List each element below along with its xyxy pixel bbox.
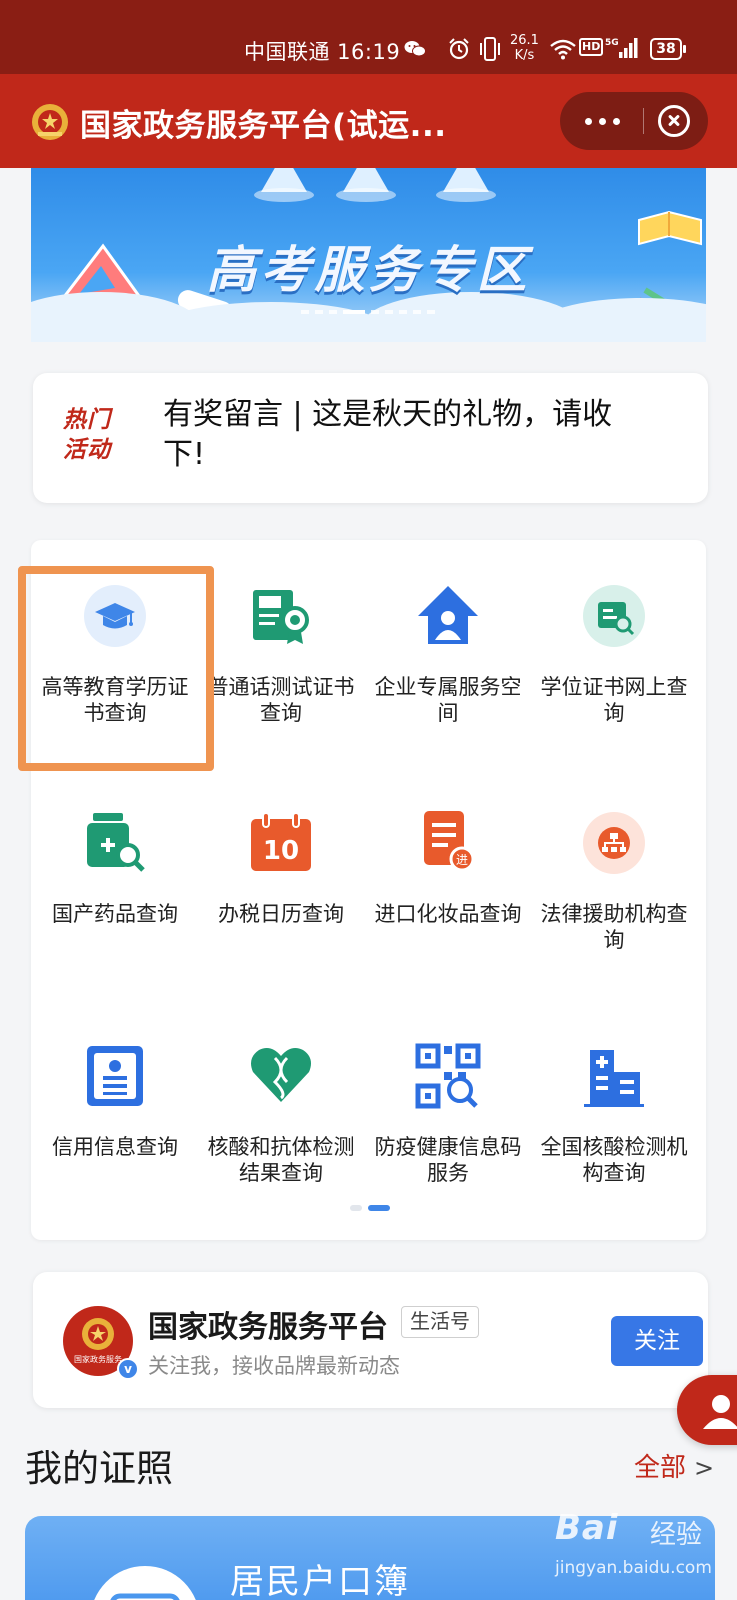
hot-activity-text[interactable]: 有奖留言 | 这是秋天的礼物，请收下! <box>163 395 633 475</box>
status-bar: 中国联通 16:19 26.1 K/s HD 5G 38 <box>0 0 737 74</box>
service-degree-cert[interactable]: 学位证书网上查询 <box>530 540 698 740</box>
service-domestic-drug[interactable]: 国产药品查询 <box>31 767 199 967</box>
battery-icon: 38 <box>650 38 686 60</box>
service-testing-institutions[interactable]: 全国核酸检测机构查询 <box>530 1000 698 1200</box>
graduation-cap-icon <box>84 585 146 647</box>
dna-heart-icon <box>251 1048 311 1102</box>
view-all-label: 全部 <box>634 1453 687 1483</box>
service-label: 全国核酸检测机构查询 <box>540 1135 688 1185</box>
account-type-badge: 生活号 <box>401 1306 479 1338</box>
service-label: 高等教育学历证书查询 <box>41 675 189 725</box>
battery-level: 38 <box>650 38 682 60</box>
network-speed-value: 26.1 <box>510 33 539 48</box>
svg-text:进: 进 <box>456 853 468 867</box>
hd-badge: HD <box>579 38 604 56</box>
hot-activity-card[interactable]: 热门 活动 有奖留言 | 这是秋天的礼物，请收下! <box>33 373 708 503</box>
hot-tag-line2: 活动 <box>63 437 111 463</box>
customer-service-button[interactable] <box>677 1375 737 1445</box>
medicine-search-icon <box>87 813 145 872</box>
services-pager <box>350 1205 390 1211</box>
carrier-time: 中国联通 16:19 <box>244 40 401 64</box>
service-putonghua-cert[interactable]: 普通话测试证书查询 <box>197 540 365 740</box>
watermark-brand: Bai <box>555 1508 619 1548</box>
service-label: 信用信息查询 <box>52 1135 178 1159</box>
watermark-site: jingyan.baidu.com <box>555 1558 712 1578</box>
service-label: 进口化妆品查询 <box>374 902 522 926</box>
service-higher-education-cert[interactable]: 高等教育学历证书查询 <box>31 540 199 740</box>
network-speed-unit: K/s <box>514 48 535 63</box>
svg-text:10: 10 <box>263 836 299 866</box>
hot-activity-tag: 热门 活动 <box>63 405 123 465</box>
service-nucleic-antibody[interactable]: 核酸和抗体检测结果查询 <box>197 1000 365 1200</box>
app-header: 国家政务服务平台(试运... <box>0 74 737 168</box>
close-icon[interactable] <box>658 105 690 137</box>
service-label: 法律援助机构查询 <box>540 902 688 952</box>
service-imported-cosmetics[interactable]: 进 进口化妆品查询 <box>364 767 532 967</box>
service-label: 核酸和抗体检测结果查询 <box>207 1135 355 1185</box>
more-menu-button[interactable] <box>560 92 644 150</box>
degree-search-icon <box>583 585 645 647</box>
chevron-right-icon: > <box>694 1454 715 1482</box>
legal-aid-icon <box>583 812 645 874</box>
wifi-icon <box>550 39 576 60</box>
service-legal-aid[interactable]: 法律援助机构查询 <box>530 767 698 967</box>
mini-program-capsule <box>560 92 708 150</box>
services-grid: 高等教育学历证书查询 普通话测试证书查询 企业专属服务空间 学位证书网上查询 国… <box>31 540 706 1240</box>
service-enterprise-space[interactable]: 企业专属服务空间 <box>364 540 532 740</box>
signal-icon: 5G <box>605 38 638 58</box>
service-label: 国产药品查询 <box>52 902 178 926</box>
view-all-link[interactable]: 全部 > <box>634 1447 714 1484</box>
national-emblem-icon <box>32 104 68 140</box>
service-label: 普通话测试证书查询 <box>207 675 355 725</box>
service-label: 学位证书网上查询 <box>540 675 688 725</box>
gaokao-banner[interactable]: 高考服务专区 <box>31 168 706 342</box>
account-name: 国家政务服务平台 <box>148 1310 388 1345</box>
page-title: 国家政务服务平台(试运... <box>80 108 447 144</box>
banner-pager <box>301 310 435 314</box>
user-icon <box>703 1395 737 1429</box>
follow-card: 国家政务服务 v 国家政务服务平台 生活号 关注我，接收品牌最新动态 关注 <box>33 1272 708 1408</box>
import-cosmetics-icon: 进 <box>424 811 475 872</box>
watermark-brand-cn: 经验 <box>650 1520 703 1550</box>
hot-tag-line1: 热门 <box>63 407 111 433</box>
wechat-icon <box>404 41 426 57</box>
service-tax-calendar[interactable]: 10 办税日历查询 <box>197 767 365 967</box>
banner-title: 高考服务专区 <box>206 241 531 299</box>
license-card-title: 居民户口簿 <box>230 1562 410 1600</box>
account-description: 关注我，接收品牌最新动态 <box>148 1354 400 1378</box>
hospital-icon <box>584 1050 644 1107</box>
credit-info-icon <box>87 1046 143 1106</box>
tax-calendar-icon: 10 <box>251 812 311 871</box>
service-credit-info[interactable]: 信用信息查询 <box>31 1000 199 1200</box>
baidu-watermark: Bai 经验 jingyan.baidu.com <box>550 1502 725 1592</box>
verified-icon: v <box>117 1358 139 1380</box>
household-register-icon <box>90 1566 200 1600</box>
enterprise-house-icon <box>418 586 478 644</box>
network-speed: 26.1 K/s <box>510 33 539 63</box>
qr-code-icon <box>415 1043 481 1109</box>
alarm-icon <box>449 38 469 60</box>
network-type-label: 5G <box>605 38 619 48</box>
service-label: 企业专属服务空间 <box>374 675 522 725</box>
section-title-my-licenses: 我的证照 <box>25 1447 173 1490</box>
certificate-icon <box>253 590 309 644</box>
vibrate-icon <box>480 37 500 61</box>
service-label: 办税日历查询 <box>218 902 344 926</box>
follow-button[interactable]: 关注 <box>611 1316 703 1366</box>
service-label: 防疫健康信息码服务 <box>374 1135 522 1185</box>
service-health-code[interactable]: 防疫健康信息码服务 <box>364 1000 532 1200</box>
